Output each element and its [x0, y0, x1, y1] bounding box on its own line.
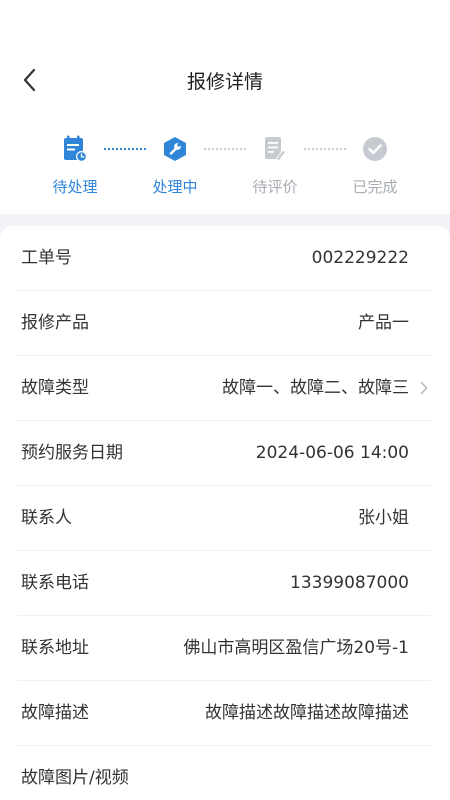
detail-value: 2024-06-06 14:00 — [255, 443, 409, 463]
detail-value: 002229222 — [311, 248, 409, 268]
detail-row-contact: 联系人 张小姐 — [17, 486, 431, 551]
step-label: 处理中 — [152, 178, 198, 196]
detail-key: 预约服务日期 — [21, 443, 123, 463]
detail-value: 产品一 — [358, 313, 409, 333]
detail-key: 故障类型 — [21, 378, 89, 398]
detail-card: 工单号 002229222 报修产品 产品一 故障类型 故障一、故障二、故障三 … — [0, 226, 450, 800]
chevron-right-icon[interactable] — [417, 377, 431, 399]
step-label: 待评价 — [252, 178, 298, 196]
progress-steps: 待处理 处理中 待评价 已完成 — [0, 134, 450, 204]
detail-key: 联系电话 — [21, 573, 89, 593]
detail-row-address: 联系地址 佛山市高明区盈信广场20号-1 — [17, 616, 431, 681]
nav-bar: 报修详情 — [0, 52, 450, 112]
detail-row-product: 报修产品 产品一 — [17, 291, 431, 356]
wrench-icon — [160, 134, 190, 164]
detail-key: 工单号 — [21, 248, 72, 268]
calendar-clock-icon — [60, 134, 90, 164]
step-completed: 已完成 — [335, 134, 415, 197]
detail-value: 故障描述故障描述故障描述 — [205, 703, 409, 723]
detail-value: 佛山市高明区盈信广场20号-1 — [183, 638, 409, 658]
detail-key: 故障描述 — [21, 703, 89, 723]
detail-row-fault-type[interactable]: 故障类型 故障一、故障二、故障三 — [17, 356, 431, 421]
detail-value: 故障一、故障二、故障三 — [222, 378, 409, 398]
detail-row-phone: 联系电话 13399087000 — [17, 551, 431, 616]
detail-row-order-number: 工单号 002229222 — [17, 226, 431, 291]
detail-key: 联系人 — [21, 508, 72, 528]
detail-key: 联系地址 — [21, 638, 89, 658]
page-title: 报修详情 — [186, 71, 263, 93]
detail-row-media: 故障图片/视频 — [17, 746, 431, 800]
document-edit-icon — [260, 134, 290, 164]
check-circle-icon — [360, 134, 390, 164]
detail-key: 故障图片/视频 — [21, 768, 129, 788]
step-to-review: 待评价 — [235, 134, 315, 197]
step-processing: 处理中 — [135, 134, 215, 197]
step-label: 已完成 — [352, 178, 398, 196]
detail-value: 13399087000 — [290, 573, 409, 593]
detail-key: 报修产品 — [21, 313, 89, 333]
detail-row-description: 故障描述 故障描述故障描述故障描述 — [17, 681, 431, 746]
step-pending: 待处理 — [35, 134, 115, 197]
step-label: 待处理 — [52, 178, 98, 196]
detail-value: 张小姐 — [358, 508, 409, 528]
detail-row-service-date: 预约服务日期 2024-06-06 14:00 — [17, 421, 431, 486]
